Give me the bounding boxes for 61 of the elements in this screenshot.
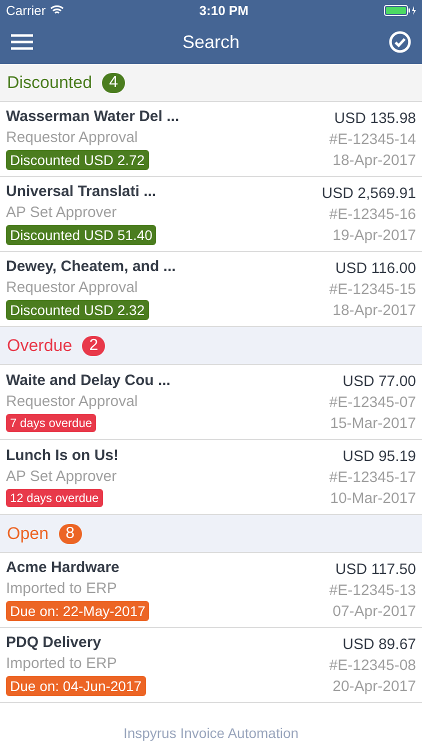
invoice-row[interactable]: Acme Hardware Imported to ERP Due on: 22-May-2017 USD 117.50 #E-12345-13 07-Apr-2017 — [0, 553, 422, 628]
status-tag: 12 days overdue — [6, 489, 103, 507]
footer-text: Inspyrus Invoice Automation — [123, 725, 299, 741]
vendor-name: Waite and Delay Cou ... — [6, 372, 170, 389]
invoice-amount: USD 117.50 — [335, 560, 416, 578]
invoice-amount: USD 2,569.91 — [322, 184, 416, 202]
invoice-number: #E-12345-16 — [329, 206, 416, 222]
invoice-amount: USD 89.67 — [342, 636, 416, 652]
invoice-number: #E-12345-08 — [329, 656, 416, 674]
invoice-amount: USD 77.00 — [342, 372, 416, 390]
vendor-name: Universal Translati ... — [6, 183, 156, 200]
invoice-number: #E-12345-13 — [329, 582, 416, 598]
invoice-number: #E-12345-15 — [329, 280, 416, 298]
invoice-date: 15-Mar-2017 — [330, 414, 416, 432]
invoice-number: #E-12345-14 — [329, 130, 416, 148]
section-title: Discounted — [7, 72, 92, 92]
status-tag: Discounted USD 2.72 — [6, 150, 149, 170]
status-tag: Due on: 04-Jun-2017 — [6, 676, 146, 696]
invoice-row[interactable]: Universal Translati ... AP Set Approver Discounted USD 51.40 USD 2,569.91 #E-12345-16 19-Apr-2017 — [0, 177, 422, 252]
invoice-number: #E-12345-17 — [329, 468, 416, 486]
status-time: 3:10 PM — [199, 2, 248, 18]
status-tag: Discounted USD 51.40 — [6, 225, 156, 245]
count-badge: 4 — [102, 72, 125, 92]
status-tag: 7 days overdue — [6, 414, 96, 432]
status-tag: Due on: 22-May-2017 — [6, 601, 150, 621]
wifi-icon — [50, 5, 64, 15]
nav-title: Search — [182, 32, 240, 52]
invoice-number: #E-12345-07 — [329, 394, 416, 410]
invoice-row[interactable]: PDQ Delivery Imported to ERP Due on: 04-Jun-2017 USD 89.67 #E-12345-08 20-Apr-2017 — [0, 628, 422, 703]
invoice-date: 18-Apr-2017 — [332, 302, 416, 318]
invoice-amount: USD 116.00 — [335, 260, 416, 276]
workflow-step: Imported to ERP — [6, 655, 146, 672]
vendor-name: Dewey, Cheatem, and ... — [6, 258, 176, 275]
workflow-step: AP Set Approver — [6, 204, 156, 221]
count-badge: 8 — [58, 524, 82, 544]
workflow-step: AP Set Approver — [6, 468, 118, 485]
invoice-row[interactable]: Waite and Delay Cou ... Requestor Approval 7 days overdue USD 77.00 #E-12345-07 15-Mar-2017 — [0, 365, 422, 440]
vendor-name: PDQ Delivery — [6, 634, 102, 651]
invoice-amount: USD 135.98 — [334, 110, 416, 126]
count-badge: 2 — [82, 336, 106, 356]
workflow-step: Requestor Approval — [6, 279, 176, 296]
menu-button[interactable] — [11, 34, 33, 50]
invoice-row[interactable]: Wasserman Water Del ... Requestor Approval Discounted USD 2.72 USD 135.98 #E-12345-14 18-Apr-2017 — [0, 102, 422, 177]
section-title: Overdue — [7, 336, 72, 356]
invoice-date: 07-Apr-2017 — [332, 602, 416, 620]
status-tag: Discounted USD 2.32 — [6, 300, 149, 320]
workflow-step: Requestor Approval — [6, 393, 170, 410]
checkmark-button[interactable] — [388, 31, 411, 53]
invoice-date: 20-Apr-2017 — [332, 678, 416, 694]
invoice-amount: USD 95.19 — [342, 448, 416, 464]
workflow-step: Requestor Approval — [6, 129, 180, 146]
battery-icon — [384, 4, 416, 16]
vendor-name: Wasserman Water Del ... — [6, 108, 180, 125]
invoice-date: 19-Apr-2017 — [332, 226, 416, 244]
invoice-date: 18-Apr-2017 — [332, 152, 416, 168]
invoice-date: 10-Mar-2017 — [330, 490, 416, 506]
section-title: Open — [7, 524, 49, 544]
workflow-step: Imported to ERP — [6, 580, 150, 597]
carrier-label: Carrier — [6, 2, 46, 18]
vendor-name: Lunch Is on Us! — [6, 447, 118, 464]
vendor-name: Acme Hardware — [6, 559, 120, 576]
